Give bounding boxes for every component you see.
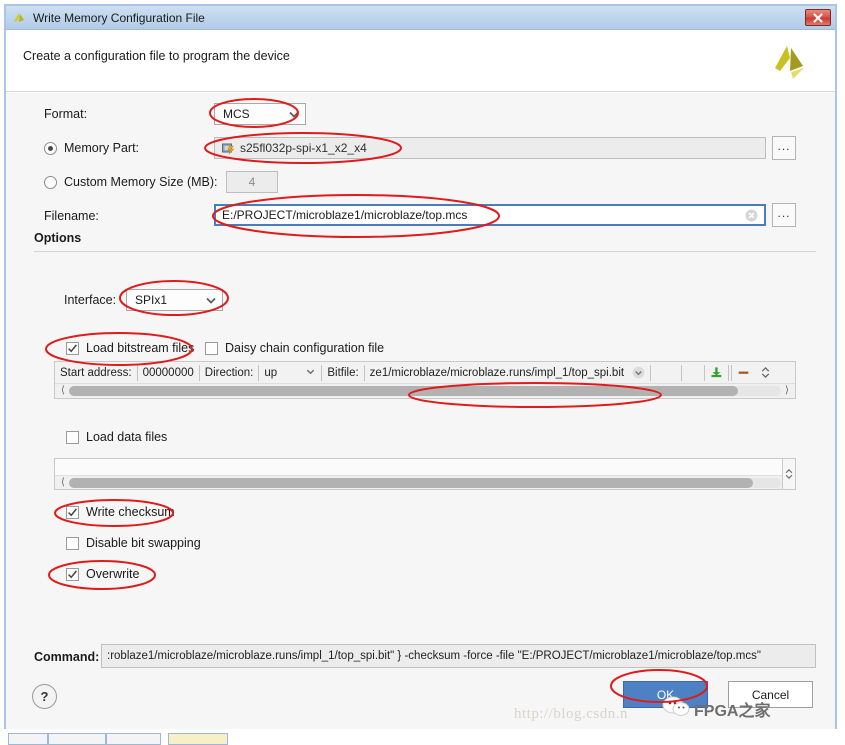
wechat-icon [661,694,691,718]
format-value: MCS [223,107,250,121]
custom-memory-size-value: 4 [248,175,256,189]
format-dropdown[interactable]: MCS [214,103,306,125]
dialog-title: Write Memory Configuration File [33,10,205,25]
chevron-down-icon [305,366,316,380]
load-bitstream-files-checkbox[interactable] [66,341,79,355]
daisy-chain-row[interactable]: Daisy chain configuration file [205,341,384,355]
memory-part-field[interactable]: s25fl032p-spi-x1_x2_x4 [214,137,766,159]
bitstream-row[interactable]: Start address: 00000000 Direction: up Bi… [55,362,795,383]
bitfile-dropdown-icon[interactable] [627,362,650,383]
direction-value: up [264,366,278,379]
taskbar-item[interactable] [106,733,161,745]
background-empty [430,733,845,745]
xilinx-brand-logo-icon [767,38,813,84]
scroll-left-icon[interactable]: ⟨ [57,385,69,396]
scroll-right-icon[interactable]: ⟩ [781,385,793,396]
clear-icon[interactable] [745,209,758,222]
command-field[interactable]: :roblaze1/microblaze/microblaze.runs/imp… [101,644,816,668]
data-files-panel[interactable]: ⟨ ⟩ [54,458,796,490]
filename-value: E:/PROJECT/microblaze1/microblaze/top.mc… [222,208,468,222]
dialog-header: Create a configuration file to program t… [6,30,835,92]
bitstream-list-panel[interactable]: Start address: 00000000 Direction: up Bi… [54,361,796,399]
interface-label: Interface: [64,293,117,307]
write-memory-configuration-dialog: Write Memory Configuration File Create a… [4,4,837,729]
screenshot-root: Write Memory Configuration File Create a… [0,0,845,745]
load-data-files-row[interactable]: Load data files [66,430,167,444]
filename-browse-button[interactable]: ... [772,203,796,227]
memory-part-browse-button[interactable]: ... [772,136,796,160]
header-description: Create a configuration file to program t… [23,49,290,63]
direction-label: Direction: [204,366,254,379]
disable-bit-swapping-label: Disable bit swapping [86,536,201,550]
help-button[interactable]: ? [32,684,57,709]
filename-row: Filename: [44,209,99,223]
bitfile-label: Bitfile: [327,366,359,379]
interface-dropdown[interactable]: SPIx1 [126,289,223,311]
memory-part-radio[interactable] [44,141,57,155]
add-bitstream-icon[interactable] [705,362,728,383]
disable-bit-swapping-row[interactable]: Disable bit swapping [66,536,201,550]
write-checksum-row[interactable]: Write checksum [66,505,175,519]
load-data-files-label: Load data files [86,430,168,444]
watermark-url: http://blog.csdn.n [514,706,628,722]
overwrite-row[interactable]: Overwrite [66,567,139,581]
watermark-brand: FPGA之家 [694,703,771,720]
command-label: Command: [34,650,100,664]
chevron-down-icon [287,107,301,121]
load-bitstream-files-label: Load bitstream files [86,341,195,355]
direction-dropdown[interactable]: up [259,362,321,383]
interface-value: SPIx1 [135,293,168,307]
data-files-spinner-icon[interactable] [782,458,796,490]
daisy-chain-label: Daisy chain configuration file [225,341,385,355]
scrollbar-thumb[interactable] [69,385,739,396]
disable-bit-swapping-checkbox[interactable] [66,536,79,550]
remove-bitstream-icon[interactable] [732,362,755,383]
bitstream-horizontal-scrollbar[interactable]: ⟨ ⟩ [55,383,795,397]
overwrite-label: Overwrite [86,567,140,581]
reorder-spinner-icon[interactable] [755,362,776,383]
taskbar-item-active[interactable] [168,733,228,745]
taskbar-item[interactable] [48,733,106,745]
load-bitstream-files-row[interactable]: Load bitstream files [66,341,194,355]
start-address-label: Start address: [60,366,132,379]
write-checksum-checkbox[interactable] [66,505,79,519]
scrollbar-thumb[interactable] [69,477,753,488]
xilinx-logo-icon [12,10,28,26]
memory-part-value: s25fl032p-spi-x1_x2_x4 [240,141,367,155]
command-value: :roblaze1/microblaze/microblaze.runs/imp… [107,650,761,662]
custom-memory-size-radio[interactable] [44,175,57,189]
filename-label: Filename: [44,209,99,223]
custom-memory-size-field[interactable]: 4 [226,171,278,193]
memory-part-label: Memory Part: [64,141,140,155]
memory-chip-icon [221,142,235,155]
memory-part-row[interactable]: Memory Part: [44,141,139,155]
dialog-body: Format: MCS Memory Part: s25fl032p-spi-x… [6,92,835,729]
format-label: Format: [44,107,88,121]
options-group-title: Options [34,231,82,245]
chevron-down-icon [204,293,218,307]
taskbar-item[interactable] [8,733,48,745]
scrollbar-track[interactable] [69,385,781,396]
dialog-titlebar: Write Memory Configuration File [6,6,835,30]
data-files-horizontal-scrollbar[interactable]: ⟨ ⟩ [55,475,795,489]
custom-memory-size-label: Custom Memory Size (MB): [64,175,218,189]
start-address-value[interactable]: 00000000 [138,362,199,383]
daisy-chain-checkbox[interactable] [205,341,218,355]
background-taskbar [0,733,430,745]
write-checksum-label: Write checksum [86,505,175,519]
scrollbar-track[interactable] [69,477,781,488]
format-row: Format: [44,107,87,121]
overwrite-checkbox[interactable] [66,567,79,581]
load-data-files-checkbox[interactable] [66,430,79,444]
interface-row: Interface: [64,293,116,307]
filename-input[interactable]: E:/PROJECT/microblaze1/microblaze/top.mc… [214,204,766,226]
scroll-left-icon[interactable]: ⟨ [57,477,69,488]
close-button[interactable] [805,9,831,26]
bitfile-value[interactable]: ze1/microblaze/microblaze.runs/impl_1/to… [365,362,627,383]
custom-memory-size-row[interactable]: Custom Memory Size (MB): [44,175,218,189]
